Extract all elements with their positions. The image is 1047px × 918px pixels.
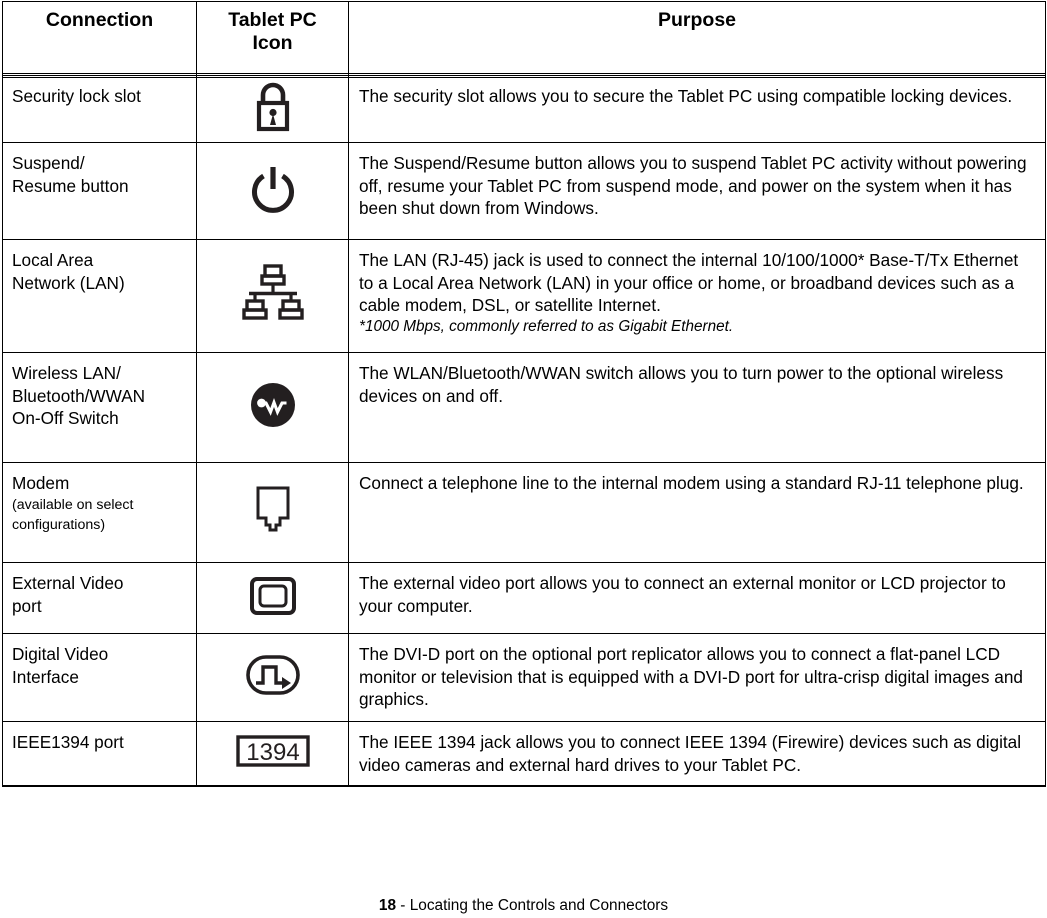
table-header-row: Connection Tablet PC Icon Purpose bbox=[2, 1, 1046, 76]
footer-title: Locating the Controls and Connectors bbox=[409, 897, 669, 914]
column-header-connection: Connection bbox=[2, 1, 197, 76]
cell-icon bbox=[196, 562, 349, 634]
cell-purpose: The DVI-D port on the optional port repl… bbox=[348, 633, 1046, 722]
cell-icon bbox=[196, 75, 349, 143]
cell-purpose: The security slot allows you to secure t… bbox=[348, 75, 1046, 143]
table-row: External Video port The external video p… bbox=[2, 562, 1046, 634]
column-header-purpose: Purpose bbox=[348, 1, 1046, 76]
column-header-tablet-pc-icon-line2: Icon bbox=[252, 31, 293, 54]
cell-purpose: Connect a telephone line to the internal… bbox=[348, 462, 1046, 563]
cell-connection-line1: External Video bbox=[12, 573, 124, 593]
cell-connection-line1: Local Area bbox=[12, 250, 94, 270]
cell-purpose: The LAN (RJ-45) jack is used to connect … bbox=[348, 239, 1046, 353]
modem-jack-icon bbox=[249, 484, 297, 536]
cell-connection-title: Modem bbox=[12, 473, 70, 493]
cell-icon bbox=[196, 633, 349, 722]
table-row: IEEE1394 port 1394 The IEEE 1394 jack al… bbox=[2, 721, 1046, 788]
cell-purpose: The IEEE 1394 jack allows you to connect… bbox=[348, 721, 1046, 788]
cell-icon bbox=[196, 352, 349, 463]
cell-connection: Wireless LAN/ Bluetooth/WWAN On-Off Swit… bbox=[2, 352, 197, 463]
table-row: Local Area Network (LAN) The LAN (RJ-45)… bbox=[2, 239, 1046, 353]
dvi-port-icon bbox=[245, 653, 301, 697]
cell-purpose-footnote: *1000 Mbps, commonly referred to as Giga… bbox=[359, 317, 734, 335]
column-header-tablet-pc-icon-line1: Tablet PC bbox=[228, 9, 317, 31]
cell-connection: Local Area Network (LAN) bbox=[2, 239, 197, 353]
page-footer: 18 - Locating the Controls and Connector… bbox=[0, 898, 1047, 913]
cell-connection-line1: Wireless LAN/ bbox=[12, 363, 121, 383]
cell-connection-line2: Resume button bbox=[12, 175, 129, 196]
cell-connection-line2: Network (LAN) bbox=[12, 272, 125, 293]
table-row: Digital Video Interface The DVI-D port o… bbox=[2, 633, 1046, 722]
column-header-tablet-pc-icon: Tablet PC Icon bbox=[196, 1, 349, 76]
padlock-icon bbox=[251, 81, 295, 133]
power-button-icon bbox=[245, 161, 301, 217]
cell-connection: Modem (available on select configuration… bbox=[2, 462, 197, 563]
document-page: Connection Tablet PC Icon Purpose Securi… bbox=[0, 0, 1047, 918]
table-header: Connection Tablet PC Icon Purpose bbox=[2, 1, 1046, 76]
cell-purpose-text: The LAN (RJ-45) jack is used to connect … bbox=[359, 250, 1019, 316]
wireless-switch-icon bbox=[248, 380, 298, 430]
ieee1394-icon-label: 1394 bbox=[246, 739, 299, 766]
cell-purpose: The external video port allows you to co… bbox=[348, 562, 1046, 634]
network-lan-icon bbox=[241, 263, 305, 325]
cell-connection-line2: port bbox=[12, 595, 42, 616]
cell-icon bbox=[196, 239, 349, 353]
cell-connection: Security lock slot bbox=[2, 75, 197, 143]
cell-purpose: The WLAN/Bluetooth/WWAN switch allows yo… bbox=[348, 352, 1046, 463]
footer-page-number: 18 bbox=[378, 897, 397, 914]
cell-connection-line1: Digital Video bbox=[12, 644, 109, 664]
cell-connection-line2: Interface bbox=[12, 666, 79, 687]
table-row: Wireless LAN/ Bluetooth/WWAN On-Off Swit… bbox=[2, 352, 1046, 463]
cell-icon: 1394 bbox=[196, 721, 349, 788]
table-body: Security lock slot The security slot all… bbox=[2, 75, 1046, 788]
cell-connection-line3: On-Off Switch bbox=[12, 408, 119, 429]
footer-separator: - bbox=[396, 897, 410, 914]
cell-connection: IEEE1394 port bbox=[2, 721, 197, 788]
connections-table: Connection Tablet PC Icon Purpose Securi… bbox=[2, 1, 1046, 788]
table-row: Security lock slot The security slot all… bbox=[2, 75, 1046, 143]
ieee1394-icon: 1394 bbox=[235, 735, 310, 767]
cell-connection-line1: Suspend/ bbox=[12, 153, 85, 173]
cell-connection: Suspend/ Resume button bbox=[2, 142, 197, 240]
cell-connection: Digital Video Interface bbox=[2, 633, 197, 722]
external-monitor-icon bbox=[249, 576, 297, 616]
cell-connection-note: (available on select configurations) bbox=[12, 496, 134, 533]
table-row: Suspend/ Resume button The Suspend/Resum… bbox=[2, 142, 1046, 240]
cell-connection: External Video port bbox=[2, 562, 197, 634]
cell-icon bbox=[196, 462, 349, 563]
table-row: Modem (available on select configuration… bbox=[2, 462, 1046, 563]
cell-icon bbox=[196, 142, 349, 240]
cell-connection-line2: Bluetooth/WWAN bbox=[12, 385, 146, 406]
cell-purpose: The Suspend/Resume button allows you to … bbox=[348, 142, 1046, 240]
